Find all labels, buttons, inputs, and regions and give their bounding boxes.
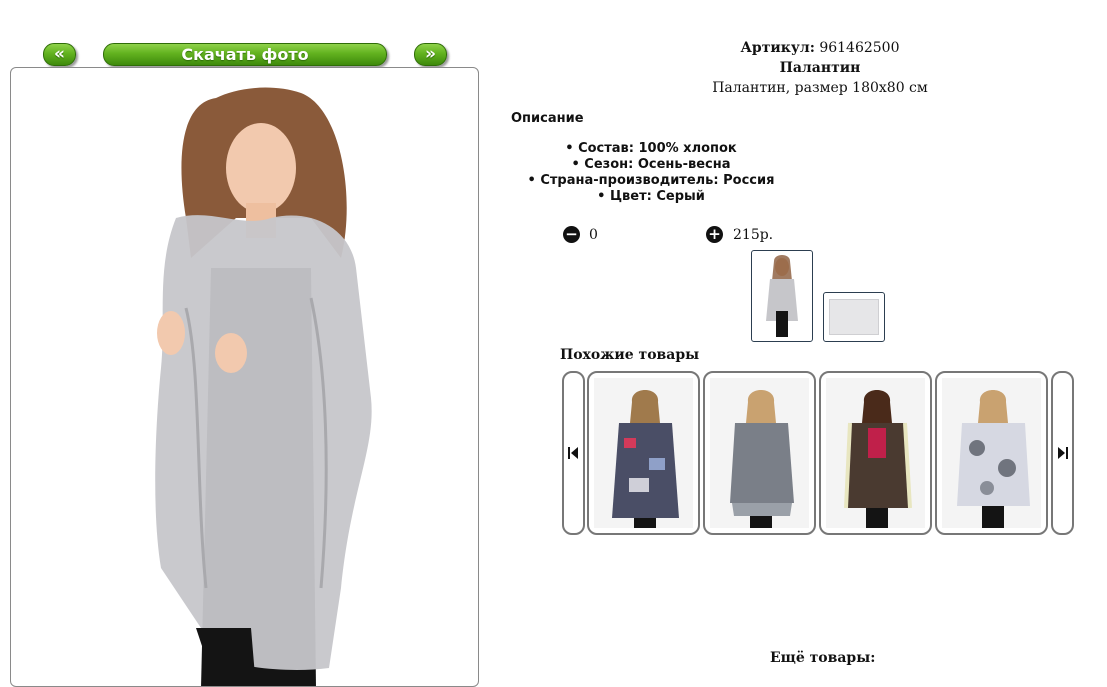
description-item-season: Сезон: Осень-весна	[511, 157, 791, 173]
similar-product-card-1[interactable]	[587, 371, 700, 535]
description-item-color: Цвет: Серый	[511, 189, 791, 205]
main-product-photo[interactable]	[11, 68, 479, 687]
price-value: 215р.	[733, 227, 774, 243]
sku-line: Артикул: 961462500	[560, 40, 1080, 56]
similar-product-card-2[interactable]	[703, 371, 816, 535]
similar-product-image	[942, 378, 1041, 528]
thumbnail-model[interactable]	[751, 250, 813, 342]
similar-product-image	[826, 378, 925, 528]
plus-icon[interactable]: +	[706, 226, 723, 243]
skip-forward-icon	[1058, 447, 1068, 459]
description-item-composition: Состав: 100% хлопок	[511, 141, 791, 157]
thumbnail-fabric[interactable]	[823, 292, 885, 342]
quantity-value: 0	[589, 227, 598, 243]
similar-next-button[interactable]	[1051, 371, 1074, 535]
next-photo-button[interactable]: »	[414, 43, 447, 66]
similar-product-card-4[interactable]	[935, 371, 1048, 535]
similar-product-image	[710, 378, 809, 528]
description-item-country: Страна-производитель: Россия	[511, 173, 791, 189]
sku-value: 961462500	[819, 40, 900, 56]
more-products-title: Ещё товары:	[770, 650, 876, 666]
similar-product-card-3[interactable]	[819, 371, 932, 535]
product-name: Палантин	[779, 60, 861, 76]
download-photo-button[interactable]: Скачать фото	[103, 43, 387, 66]
description-list: Состав: 100% хлопок Сезон: Осень-весна С…	[511, 141, 791, 205]
similar-title: Похожие товары	[560, 347, 700, 363]
description-title: Описание	[511, 111, 584, 126]
skip-back-icon	[568, 447, 578, 459]
similar-prev-button[interactable]	[562, 371, 585, 535]
similar-product-image	[594, 378, 693, 528]
prev-photo-button[interactable]: «	[43, 43, 76, 66]
product-subtitle: Палантин, размер 180х80 см	[712, 80, 928, 96]
main-photo-frame	[10, 67, 479, 687]
sku-label: Артикул:	[740, 40, 815, 56]
minus-icon[interactable]: −	[563, 226, 580, 243]
